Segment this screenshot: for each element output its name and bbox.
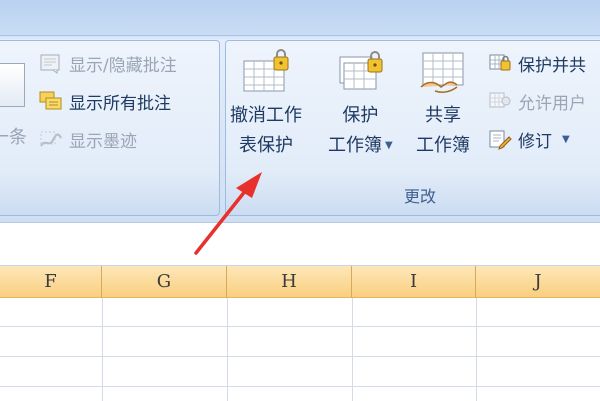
sheet-lock-icon [240,47,292,99]
allow-users-edit-label: 允许用户 [518,93,586,114]
comment-toggle-icon [39,52,63,74]
formula-bar[interactable] [0,222,600,266]
allow-users-edit-button[interactable]: 允许用户 [488,87,586,115]
column-header-f[interactable]: F [0,266,102,298]
protect-share-icon [488,52,512,74]
show-all-comments-label: 显示所有批注 [69,93,171,114]
chevron-down-icon[interactable]: ▼ [385,131,393,161]
track-changes-button[interactable]: 修订 ▼ [488,125,570,153]
ink-icon [39,128,63,150]
column-header-j[interactable]: J [476,266,600,298]
ribbon-tab-strip [0,0,600,36]
comments-group: 一条 显示/隐藏批注 显示所有批注 显示墨迹 [0,40,220,216]
show-hide-comment-button[interactable]: 显示/隐藏批注 [39,49,177,77]
share-workbook-button[interactable]: 共享 工作簿 [416,47,470,161]
column-header-g[interactable]: G [102,266,227,298]
protect-workbook-label-line1: 保护 [342,105,379,126]
comments-icon [39,90,63,112]
column-header-h[interactable]: H [227,266,352,298]
ribbon: 一条 显示/隐藏批注 显示所有批注 显示墨迹 [0,0,600,222]
track-changes-label: 修订 [518,131,552,152]
unprotect-sheet-button[interactable]: 撤消工作 表保护 [230,47,302,161]
share-workbook-icon [417,47,469,99]
protect-workbook-label-line2: 工作簿 [328,135,382,156]
unprotect-sheet-label-line1: 撤消工作 [230,105,302,126]
chevron-down-icon[interactable]: ▼ [562,134,570,145]
share-workbook-label-line2: 工作簿 [416,135,470,156]
workbook-lock-icon [334,47,386,99]
show-all-comments-button[interactable]: 显示所有批注 [39,87,171,115]
protect-and-share-button[interactable]: 保护并共 [488,49,586,77]
cell-grid[interactable] [0,298,600,401]
share-workbook-label-line1: 共享 [425,105,461,126]
column-headers: F G H I J [0,266,600,298]
track-changes-icon [488,128,512,150]
unprotect-sheet-label-line2: 表保护 [239,135,293,156]
protect-workbook-button[interactable]: 保护 工作簿 ▼ [328,47,393,161]
previous-comment-label: 一条 [0,127,27,148]
column-header-i[interactable]: I [352,266,476,298]
changes-group-label: 更改 [403,187,436,206]
show-ink-label: 显示墨迹 [69,131,137,152]
show-hide-comment-label: 显示/隐藏批注 [69,55,177,76]
show-ink-button[interactable]: 显示墨迹 [39,125,137,153]
allow-users-icon [488,90,512,112]
previous-comment-icon [0,63,25,107]
protect-and-share-label: 保护并共 [518,55,586,76]
previous-comment-button[interactable]: 一条 [0,53,31,163]
changes-group: 撤消工作 表保护 保护 工作簿 ▼ 共享 工作簿 保护并共 允许用户 修订 ▼ … [225,40,600,216]
